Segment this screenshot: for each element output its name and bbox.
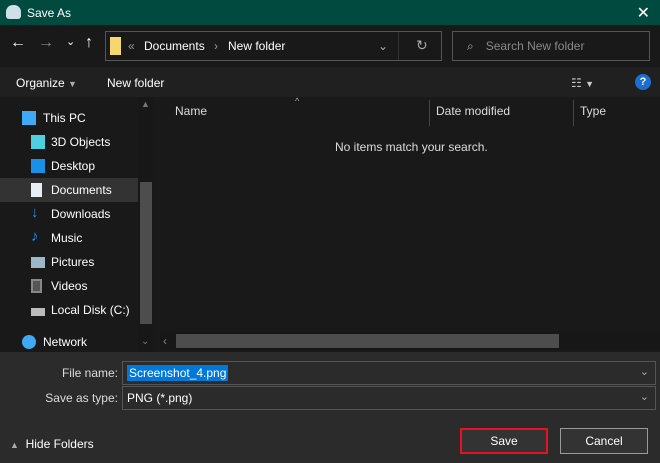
forward-button[interactable]: → — [38, 34, 54, 52]
sidebar-item-desktop[interactable]: Desktop — [0, 154, 138, 178]
sidebar-scroll-thumb[interactable] — [140, 182, 152, 324]
chevron-down-icon[interactable]: ⌄ — [640, 365, 649, 378]
help-button[interactable]: ? — [635, 74, 651, 90]
disk-icon — [31, 308, 45, 316]
computer-icon — [22, 111, 36, 125]
new-folder-button[interactable]: New folder — [107, 76, 164, 90]
sidebar-item-music[interactable]: ♪ Music — [0, 226, 138, 250]
search-icon: ⌕ — [467, 38, 474, 53]
save-as-type-label: Save as type: — [45, 391, 118, 405]
sidebar-item-documents[interactable]: Documents — [0, 178, 138, 202]
recent-locations-dropdown[interactable]: ⌄ — [66, 35, 75, 48]
save-as-type-value: PNG (*.png) — [127, 391, 193, 405]
toolbar — [0, 67, 660, 97]
cube-icon — [31, 135, 45, 149]
column-header-name[interactable]: Name — [175, 104, 207, 118]
desktop-icon — [31, 159, 45, 173]
download-icon: ↓ — [31, 204, 39, 221]
cancel-button[interactable]: Cancel — [560, 428, 648, 454]
document-icon — [31, 183, 42, 197]
back-button[interactable]: ← — [10, 34, 26, 52]
file-name-value: Screenshot_4.png — [127, 365, 229, 381]
file-name-input[interactable]: Screenshot_4.png ⌄ — [122, 361, 656, 385]
refresh-button[interactable]: ↻ — [416, 37, 428, 54]
horizontal-scroll-thumb[interactable] — [176, 334, 559, 348]
sidebar-item-videos[interactable]: Videos — [0, 274, 138, 298]
file-list[interactable] — [160, 97, 660, 332]
up-button[interactable]: ↑ — [85, 34, 93, 52]
search-placeholder: Search New folder — [485, 39, 585, 53]
column-header-date-modified[interactable]: Date modified — [436, 104, 510, 118]
title-bar: Save As ✕ — [0, 0, 660, 25]
videos-icon — [31, 279, 42, 293]
scroll-up-icon[interactable]: ▲ — [141, 99, 150, 109]
hide-folders-button[interactable]: ▲ Hide Folders — [10, 437, 94, 451]
breadcrumb-documents[interactable]: Documents — [144, 39, 205, 53]
file-name-label: File name: — [61, 366, 118, 380]
chevron-up-icon: ▲ — [10, 440, 19, 450]
paint-app-icon — [6, 5, 21, 19]
window-title: Save As — [27, 5, 72, 20]
folder-icon — [110, 37, 121, 55]
music-icon: ♪ — [31, 228, 39, 245]
sidebar-item-network[interactable]: Network — [0, 330, 138, 354]
address-dropdown-icon[interactable]: ⌄ — [378, 39, 388, 53]
breadcrumb-new-folder[interactable]: New folder — [228, 39, 285, 53]
sidebar-item-downloads[interactable]: ↓ Downloads — [0, 202, 138, 226]
view-options-button[interactable]: ☷ ▼ — [571, 76, 594, 90]
chevron-down-icon[interactable]: ⌄ — [640, 390, 649, 403]
pictures-icon — [31, 257, 45, 268]
sidebar-item-local-disk[interactable]: Local Disk (C:) — [0, 298, 138, 322]
network-icon — [22, 335, 36, 349]
sidebar-item-pictures[interactable]: Pictures — [0, 250, 138, 274]
organize-button[interactable]: Organize ▼ — [16, 76, 77, 90]
save-button[interactable]: Save — [460, 428, 548, 454]
save-as-type-select[interactable]: PNG (*.png) ⌄ — [122, 386, 656, 410]
close-button[interactable]: ✕ — [637, 3, 650, 23]
breadcrumb-overflow[interactable]: « — [128, 39, 135, 53]
scroll-down-icon[interactable]: ⌄ — [141, 336, 149, 347]
sidebar-item-this-pc[interactable]: This PC — [0, 106, 138, 130]
search-input[interactable]: ⌕ Search New folder — [452, 31, 650, 61]
empty-message: No items match your search. — [335, 140, 488, 154]
sort-ascending-icon: ^ — [295, 96, 300, 106]
scroll-left-icon[interactable]: ‹ — [163, 334, 167, 348]
column-header-type[interactable]: Type — [580, 104, 606, 118]
address-bar[interactable]: « Documents › New folder ⌄ ↻ — [105, 31, 442, 61]
sidebar-item-3d-objects[interactable]: 3D Objects — [0, 130, 138, 154]
